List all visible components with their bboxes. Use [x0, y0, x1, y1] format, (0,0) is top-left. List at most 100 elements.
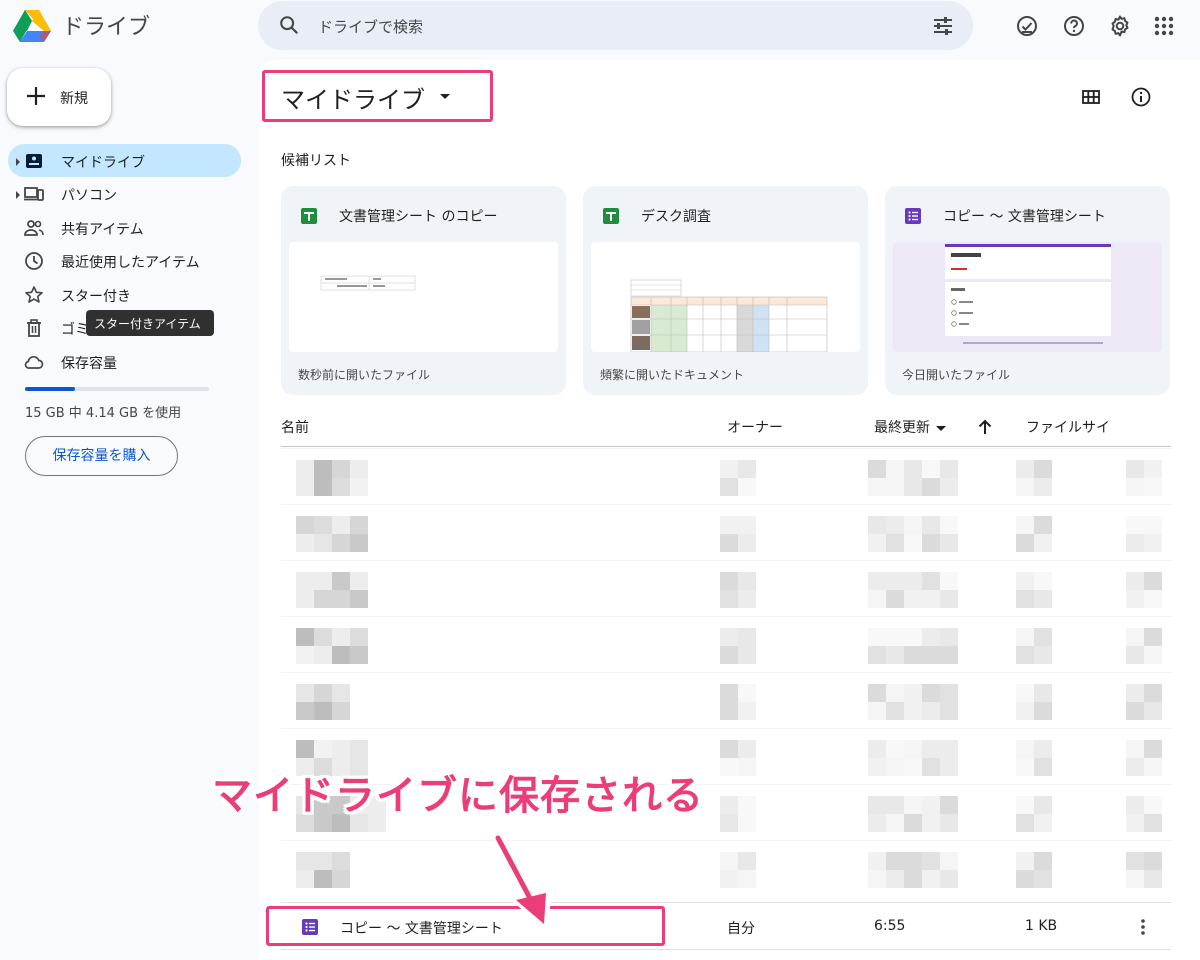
blurred-cell	[1144, 684, 1162, 702]
blurred-cell	[922, 870, 940, 888]
new-button-label: 新規	[60, 91, 88, 107]
column-header-size[interactable]: ファイルサイ	[1026, 417, 1110, 437]
blurred-cell	[1126, 478, 1144, 496]
sidebar-item-my-drive[interactable]: マイドライブ	[8, 144, 241, 177]
grid-view-icon[interactable]	[1080, 86, 1102, 108]
blurred-cell	[296, 646, 314, 664]
blurred-cell	[296, 478, 314, 496]
blurred-cell	[738, 870, 756, 888]
settings-gear-icon[interactable]	[1108, 14, 1132, 38]
blurred-cell	[1144, 740, 1162, 758]
blurred-cell	[886, 460, 904, 478]
blurred-cell	[314, 460, 332, 478]
blurred-cell	[1016, 758, 1034, 776]
sidebar-item-shared[interactable]: 共有アイテム	[8, 211, 241, 244]
blurred-cell	[1144, 814, 1162, 832]
my-drive-icon	[26, 154, 42, 168]
blurred-cell	[738, 534, 756, 552]
form-preview-image	[945, 244, 1111, 344]
search-input[interactable]: ドライブで検索	[318, 16, 423, 37]
search-icon[interactable]	[278, 14, 300, 36]
app-name[interactable]: ドライブ	[62, 9, 150, 41]
blurred-cell	[904, 590, 922, 608]
expand-caret-icon[interactable]	[16, 158, 20, 166]
suggested-card[interactable]: 文書管理シート のコピー 数秒前に開いたファイル	[281, 186, 566, 395]
sidebar-item-starred[interactable]: スター付き	[8, 278, 241, 311]
new-button[interactable]: 新規	[7, 68, 111, 126]
blurred-cell	[350, 478, 368, 496]
blurred-cell	[886, 740, 904, 758]
recent-clock-icon	[25, 252, 43, 270]
sidebar-item-computers[interactable]: パソコン	[8, 177, 241, 210]
blurred-cell	[1126, 702, 1144, 720]
blurred-cell	[886, 702, 904, 720]
blurred-cell	[922, 572, 940, 590]
blurred-cell	[738, 796, 756, 814]
ready-for-offline-icon[interactable]	[1015, 14, 1039, 38]
blurred-cell	[1144, 646, 1162, 664]
blurred-cell	[296, 852, 314, 870]
blurred-cell	[1016, 534, 1034, 552]
blurred-cell	[1034, 796, 1052, 814]
blurred-cell	[738, 684, 756, 702]
blurred-cell	[1144, 516, 1162, 534]
more-options-icon[interactable]	[1134, 916, 1152, 938]
blurred-cell	[868, 572, 886, 590]
blurred-cell	[738, 478, 756, 496]
column-header-owner[interactable]: オーナー	[727, 417, 783, 437]
column-header-modified[interactable]: 最終更新	[874, 417, 946, 437]
expand-caret-icon[interactable]	[16, 191, 20, 199]
blurred-cell	[1144, 758, 1162, 776]
blurred-cell	[314, 852, 332, 870]
info-icon[interactable]	[1130, 86, 1152, 108]
blurred-cell	[1144, 534, 1162, 552]
help-icon[interactable]	[1062, 14, 1086, 38]
blurred-cell	[904, 740, 922, 758]
suggested-card[interactable]: コピー 〜 文書管理シート 今日開いたファイル	[885, 186, 1170, 395]
blurred-cell	[296, 534, 314, 552]
blurred-cell	[940, 478, 958, 496]
search-bar[interactable]: ドライブで検索	[258, 1, 973, 50]
blurred-cell	[332, 740, 350, 758]
blurred-cell	[720, 852, 738, 870]
blurred-cell	[868, 852, 886, 870]
blurred-cell	[922, 796, 940, 814]
sidebar-item-storage[interactable]: 保存容量	[8, 345, 241, 378]
blurred-cell	[720, 702, 738, 720]
drive-logo-icon[interactable]	[12, 6, 52, 46]
blurred-cell	[886, 796, 904, 814]
apps-grid-icon[interactable]	[1152, 14, 1176, 38]
storage-progress-fill	[25, 387, 75, 391]
blurred-cell	[720, 814, 738, 832]
blurred-cell	[1144, 460, 1162, 478]
blurred-cell	[350, 740, 368, 758]
blurred-cell	[922, 478, 940, 496]
blurred-cell	[940, 702, 958, 720]
blurred-cell	[940, 460, 958, 478]
blurred-cell	[1034, 852, 1052, 870]
blurred-cell	[332, 684, 350, 702]
column-header-name[interactable]: 名前	[281, 417, 309, 437]
blurred-cell	[886, 534, 904, 552]
computers-icon	[24, 187, 44, 201]
blurred-cell	[296, 516, 314, 534]
sidebar-item-label: 共有アイテム	[61, 222, 144, 238]
blurred-cell	[314, 478, 332, 496]
sidebar-item-label: 保存容量	[61, 356, 117, 372]
blurred-cell	[296, 590, 314, 608]
blurred-cell	[1016, 814, 1034, 832]
blurred-cell	[904, 852, 922, 870]
sort-caret-icon[interactable]	[936, 425, 946, 431]
blurred-cell	[738, 572, 756, 590]
blurred-cell	[296, 870, 314, 888]
card-footer: 頻繁に開いたドキュメント	[600, 368, 745, 382]
sidebar-item-recent[interactable]: 最近使用したアイテム	[8, 244, 241, 277]
search-options-icon[interactable]	[931, 14, 955, 38]
blurred-cell	[1034, 758, 1052, 776]
spreadsheet-preview-image	[630, 279, 828, 352]
blurred-cell	[1016, 684, 1034, 702]
buy-storage-button[interactable]: 保存容量を購入	[25, 436, 178, 476]
suggested-card[interactable]: デスク調査 頻繁に開いたドキュメント	[583, 186, 868, 395]
card-title: デスク調査	[641, 209, 711, 225]
sort-direction-arrow-icon[interactable]	[976, 418, 994, 436]
